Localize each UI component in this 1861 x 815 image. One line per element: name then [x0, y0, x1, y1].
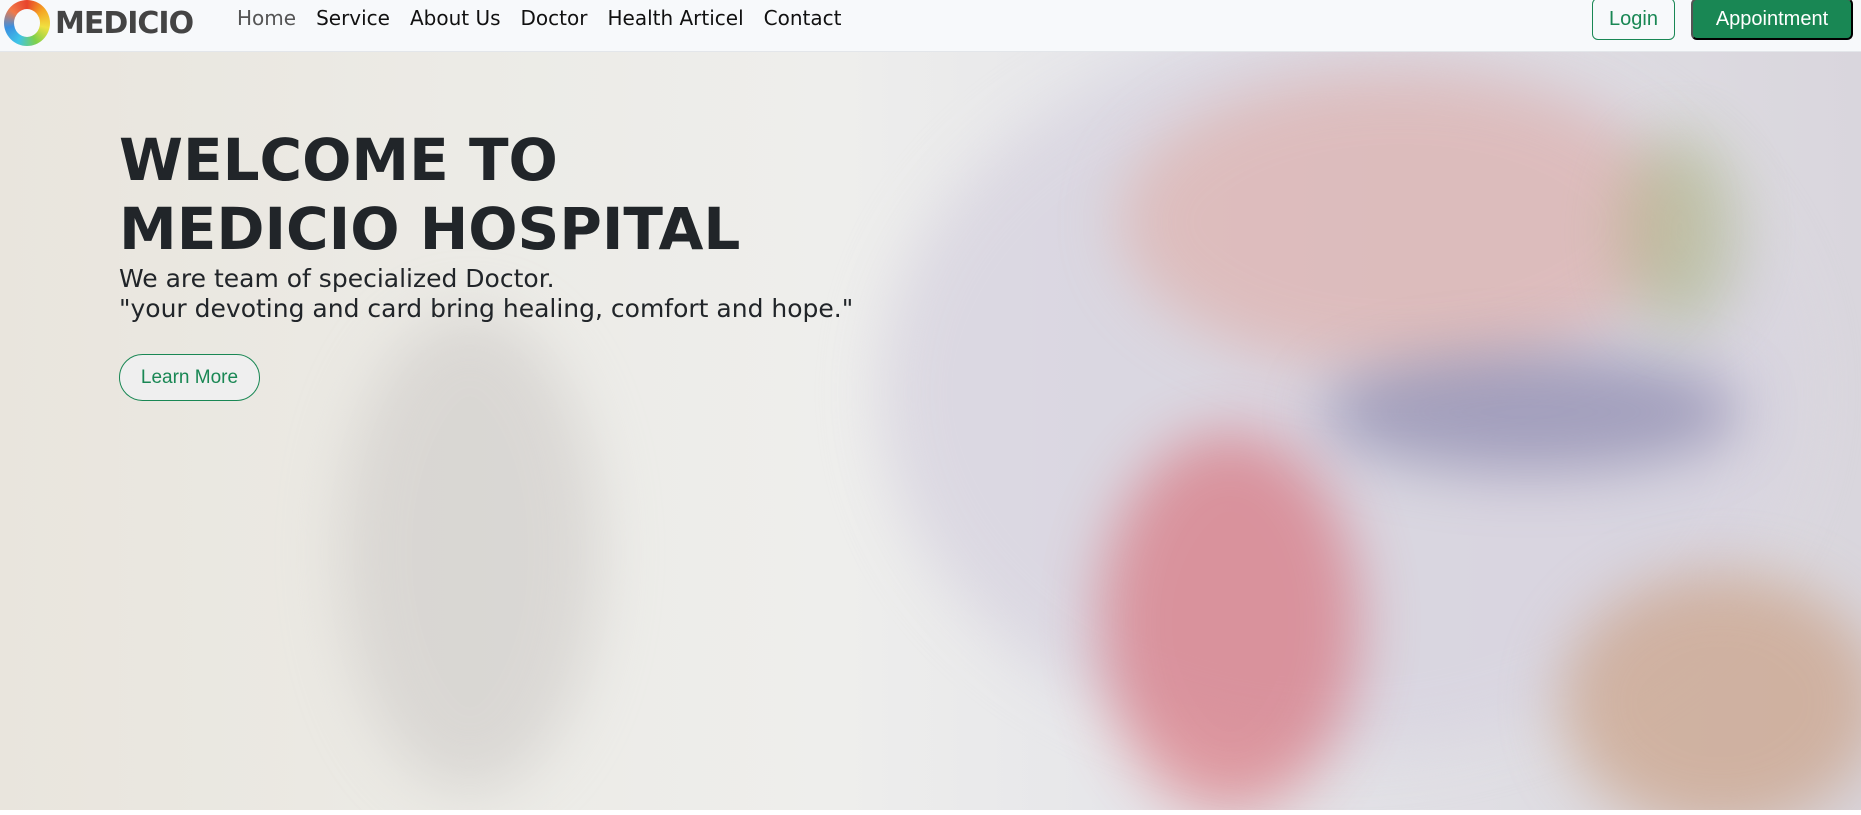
nav-menu: Home Service About Us Doctor Health Arti…	[237, 6, 841, 30]
nav-about-us[interactable]: About Us	[410, 6, 501, 30]
brand-name: MEDICIO	[55, 5, 194, 41]
hero-line-1: We are team of specialized Doctor.	[119, 264, 555, 293]
hero-title: WELCOME TO MEDICIO HOSPITAL	[119, 126, 741, 263]
hero-line-2: "your devoting and card bring healing, c…	[119, 294, 854, 323]
hero-section: WELCOME TO MEDICIO HOSPITAL We are team …	[0, 52, 1861, 810]
nav-doctor[interactable]: Doctor	[521, 6, 588, 30]
nav-service[interactable]: Service	[316, 6, 390, 30]
learn-more-button[interactable]: Learn More	[119, 354, 260, 401]
nav-home[interactable]: Home	[237, 6, 296, 30]
logo-ring-icon	[4, 0, 50, 46]
hero-subtitle: We are team of specialized Doctor. "your…	[119, 264, 853, 324]
appointment-button[interactable]: Appointment	[1691, 0, 1853, 40]
logo[interactable]: MEDICIO	[4, 0, 194, 46]
nav-contact[interactable]: Contact	[764, 6, 842, 30]
navbar: MEDICIO Home Service About Us Doctor Hea…	[0, 0, 1861, 52]
nav-health-article[interactable]: Health Articel	[607, 6, 743, 30]
login-button[interactable]: Login	[1592, 0, 1675, 40]
